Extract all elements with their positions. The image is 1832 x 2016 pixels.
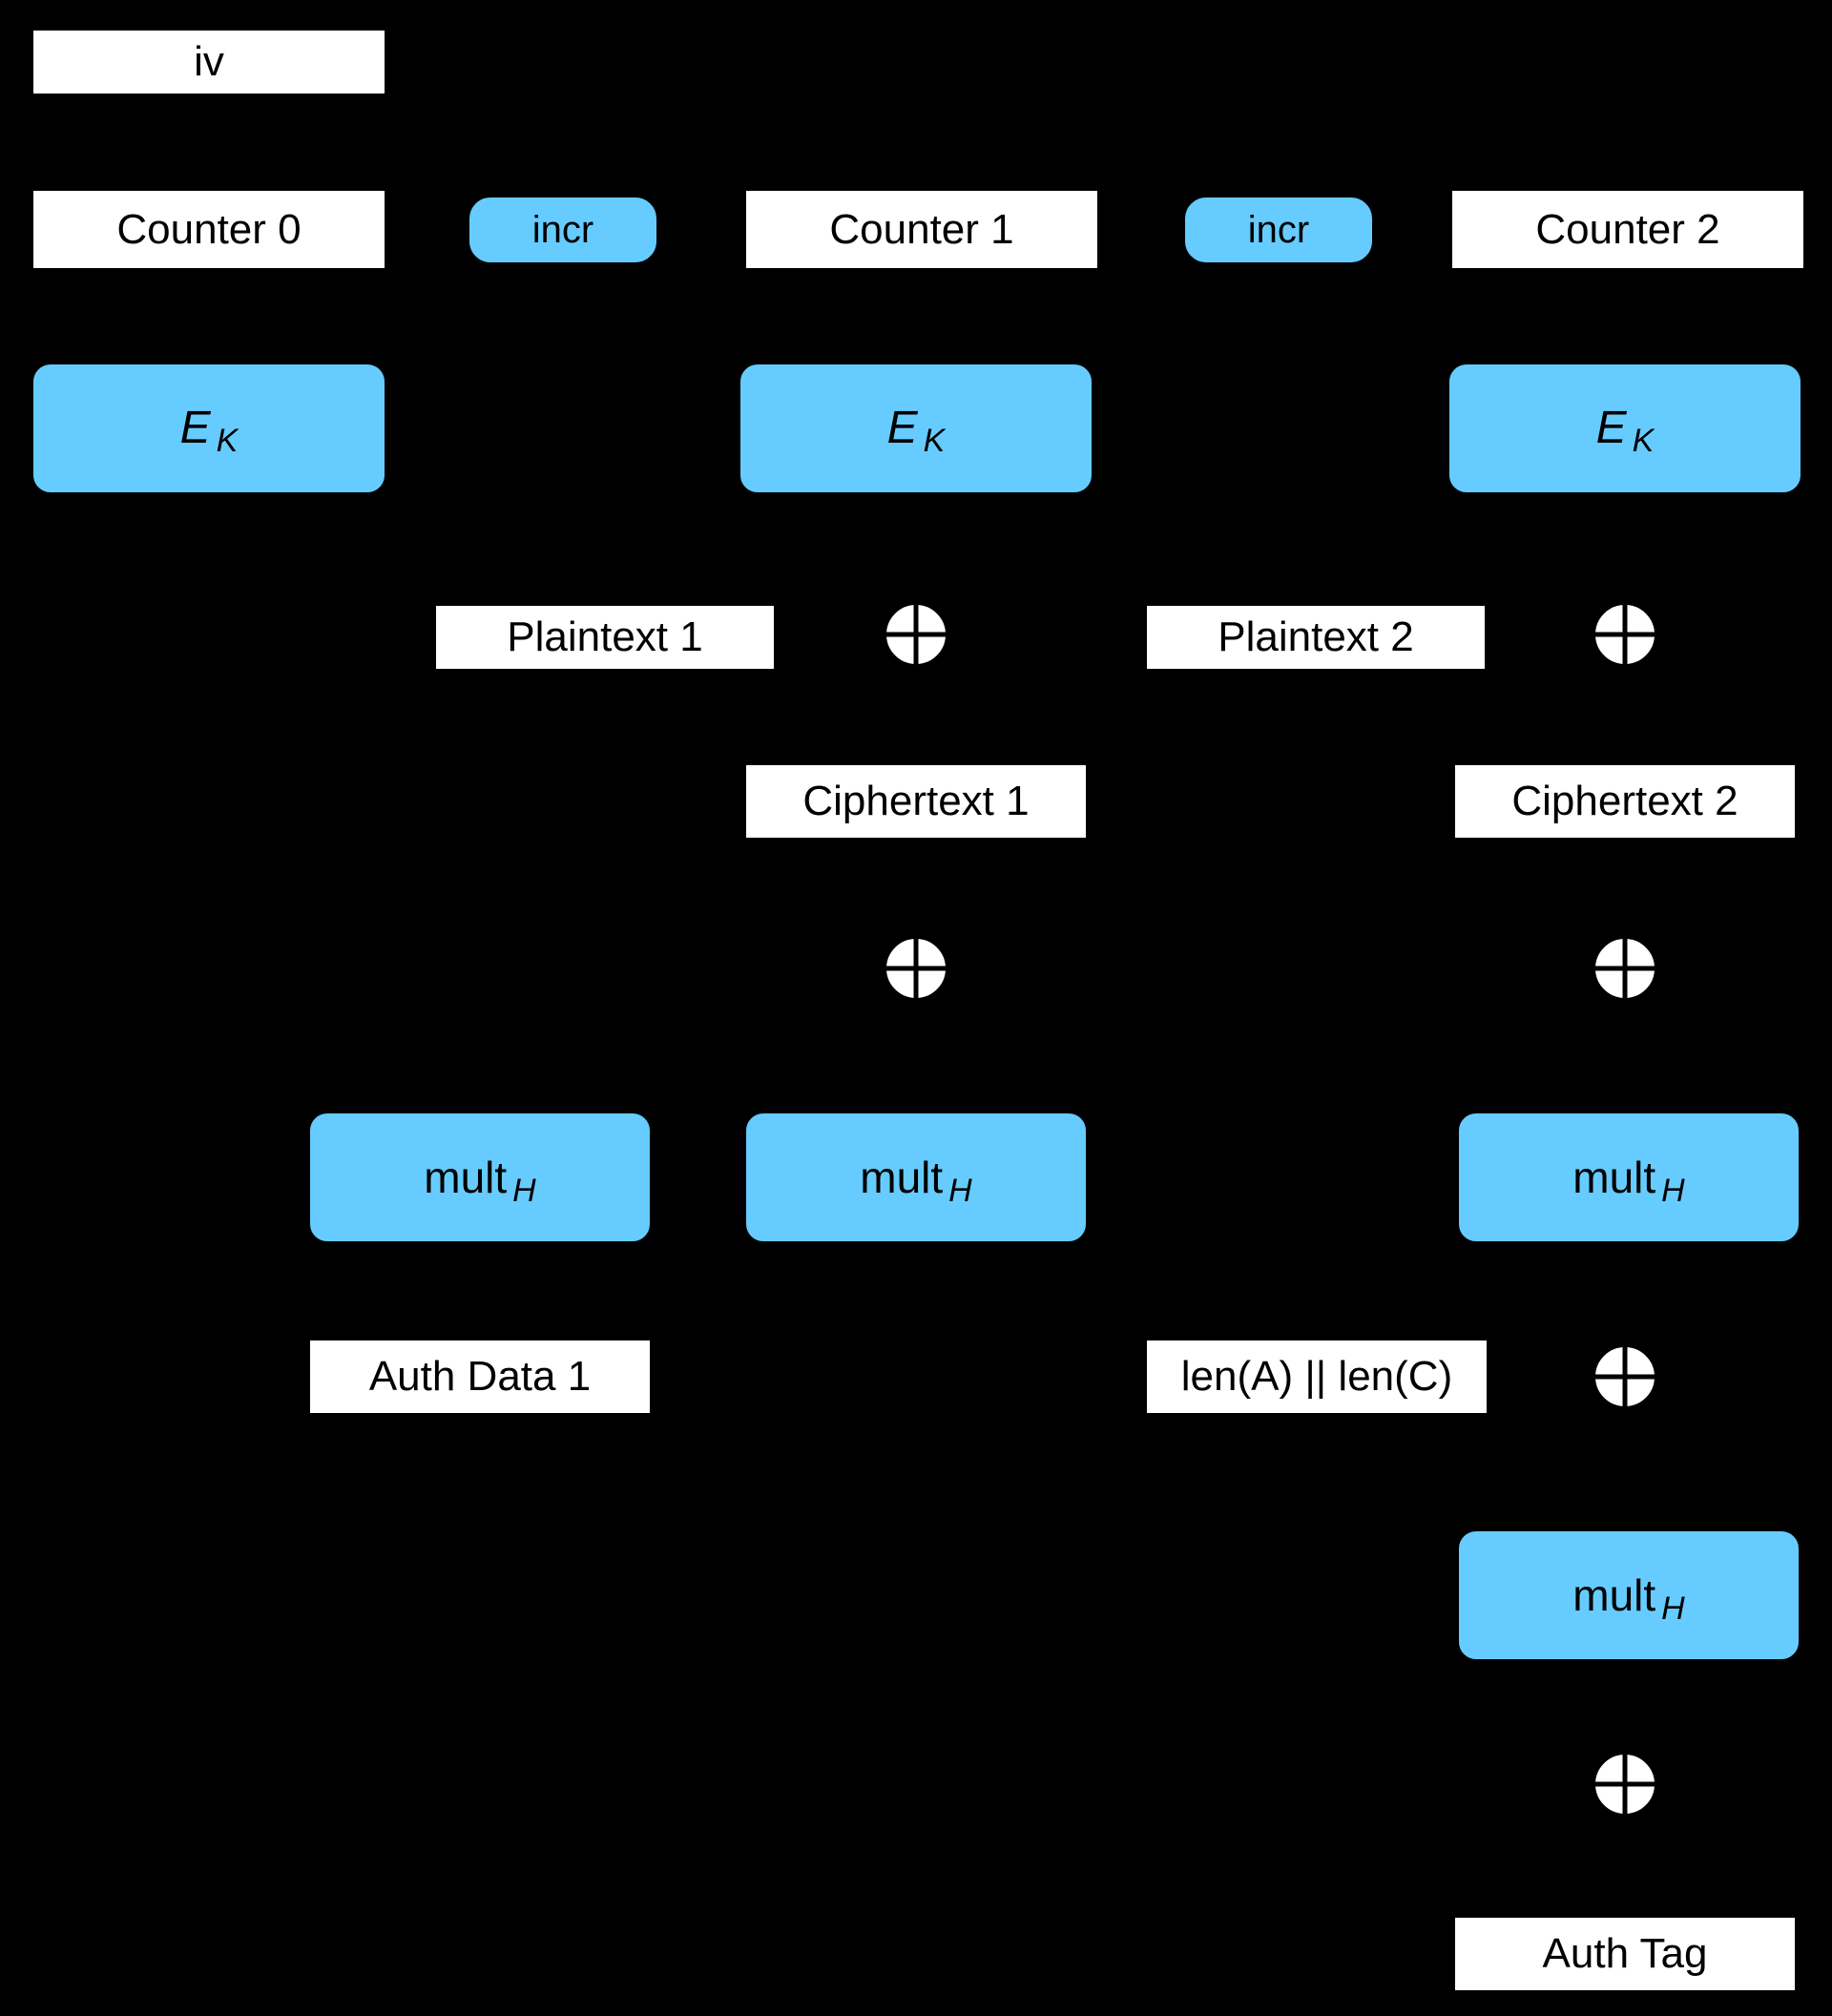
xor-tag-icon	[1589, 1748, 1661, 1820]
len-a-len-c-box: len(A) || len(C)	[1145, 1339, 1488, 1415]
auth-tag-label: Auth Tag	[1542, 1930, 1708, 1977]
counter-2-box: Counter 2	[1450, 189, 1805, 270]
iv-label: iv	[194, 38, 224, 85]
xor-lengths-icon	[1589, 1341, 1661, 1413]
mult-1-label: mult H	[860, 1152, 971, 1207]
plaintext-1-box: Plaintext 1	[434, 604, 776, 671]
plaintext-1-label: Plaintext 1	[507, 613, 703, 660]
counter-0-box: Counter 0	[31, 189, 386, 270]
mult-2-label: mult H	[1572, 1152, 1684, 1207]
mult-1-subscript: H	[948, 1172, 972, 1209]
mult-0-subscript: H	[512, 1172, 536, 1209]
ek-1-subscript: K	[923, 423, 946, 459]
block-cipher-ek-2: EK	[1447, 363, 1802, 494]
xor-plaintext-1-icon	[880, 598, 952, 671]
mult-0-label: mult H	[424, 1152, 535, 1207]
ciphertext-2-box: Ciphertext 2	[1453, 763, 1797, 840]
counter-1-box: Counter 1	[744, 189, 1099, 270]
ek-1-base: E	[886, 403, 918, 453]
incr-1-label: incr	[531, 209, 594, 251]
mult-3-subscript: H	[1661, 1590, 1685, 1627]
ek-2-label: EK	[1595, 403, 1655, 458]
ghash-mult-2: mult H	[1457, 1112, 1801, 1243]
ek-2-base: E	[1595, 403, 1627, 453]
ek-0-base: E	[179, 403, 211, 453]
plaintext-2-box: Plaintext 2	[1145, 604, 1487, 671]
plaintext-2-label: Plaintext 2	[1218, 613, 1414, 660]
auth-data-1-label: Auth Data 1	[368, 1353, 592, 1400]
ek-2-subscript: K	[1632, 423, 1655, 459]
xor-ghash-2-icon	[1589, 932, 1661, 1005]
counter-1-label: Counter 1	[829, 205, 1014, 253]
ek-0-label: EK	[179, 403, 239, 458]
mult-0-base: mult	[424, 1152, 508, 1202]
xor-ghash-1-icon	[880, 932, 952, 1005]
ciphertext-1-label: Ciphertext 1	[802, 778, 1030, 824]
ghash-mult-1: mult H	[744, 1112, 1088, 1243]
block-cipher-ek-1: EK	[739, 363, 1093, 494]
incr-2-label: incr	[1247, 209, 1310, 251]
mult-2-subscript: H	[1661, 1172, 1685, 1209]
connector-wires	[207, 124, 1627, 1916]
incr-2-box: incr	[1183, 196, 1374, 264]
ghash-mult-3: mult H	[1457, 1529, 1801, 1661]
mult-1-base: mult	[860, 1152, 944, 1202]
counter-2-label: Counter 2	[1535, 205, 1720, 253]
ek-1-label: EK	[886, 403, 946, 458]
gcm-diagram-canvas: iv Counter 0 incr Counter 1 incr Counter…	[0, 0, 1832, 2016]
auth-data-1-box: Auth Data 1	[308, 1339, 652, 1415]
xor-plaintext-2-icon	[1589, 598, 1661, 671]
ciphertext-2-label: Ciphertext 2	[1511, 778, 1738, 824]
block-cipher-ek-0: EK	[31, 363, 386, 494]
auth-tag-box: Auth Tag	[1453, 1916, 1797, 1992]
mult-3-base: mult	[1572, 1569, 1656, 1620]
incr-1-box: incr	[468, 196, 658, 264]
ciphertext-1-box: Ciphertext 1	[744, 763, 1088, 840]
ghash-mult-0: mult H	[308, 1112, 652, 1243]
iv-box: iv	[31, 29, 386, 95]
mult-3-label: mult H	[1572, 1569, 1684, 1625]
mult-2-base: mult	[1572, 1152, 1656, 1202]
counter-0-label: Counter 0	[116, 205, 302, 253]
len-a-len-c-label: len(A) || len(C)	[1180, 1353, 1453, 1400]
ek-0-subscript: K	[216, 423, 239, 459]
